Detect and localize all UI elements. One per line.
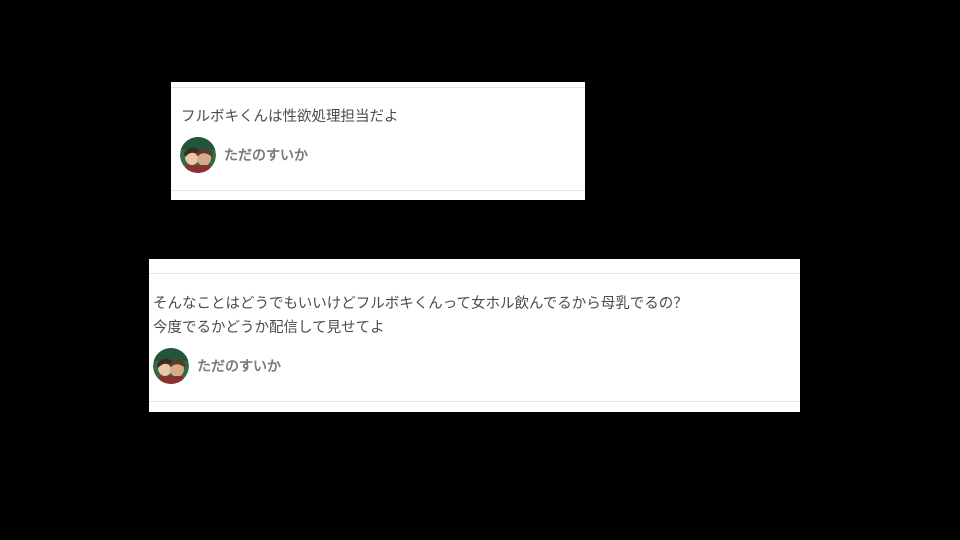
divider — [171, 87, 585, 88]
divider — [149, 401, 800, 402]
comment-card: そんなことはどうでもいいけどフルボキくんって女ホル飲んでるから母乳でるの？ 今度… — [149, 259, 800, 412]
author-name[interactable]: ただのすいか — [224, 145, 308, 165]
comment-card: フルボキくんは性欲処理担当だよ ただのすいか — [171, 82, 585, 200]
divider — [149, 273, 800, 274]
user-avatar-icon[interactable] — [180, 137, 216, 173]
divider — [171, 190, 585, 191]
comment-author[interactable]: ただのすいか — [153, 348, 281, 384]
comment-text: そんなことはどうでもいいけどフルボキくんって女ホル飲んでるから母乳でるの？ 今度… — [153, 296, 688, 336]
comment-text: フルボキくんは性欲処理担当だよ — [181, 109, 399, 125]
author-name[interactable]: ただのすいか — [197, 356, 281, 376]
user-avatar-icon[interactable] — [153, 348, 189, 384]
comment-author[interactable]: ただのすいか — [180, 137, 308, 173]
